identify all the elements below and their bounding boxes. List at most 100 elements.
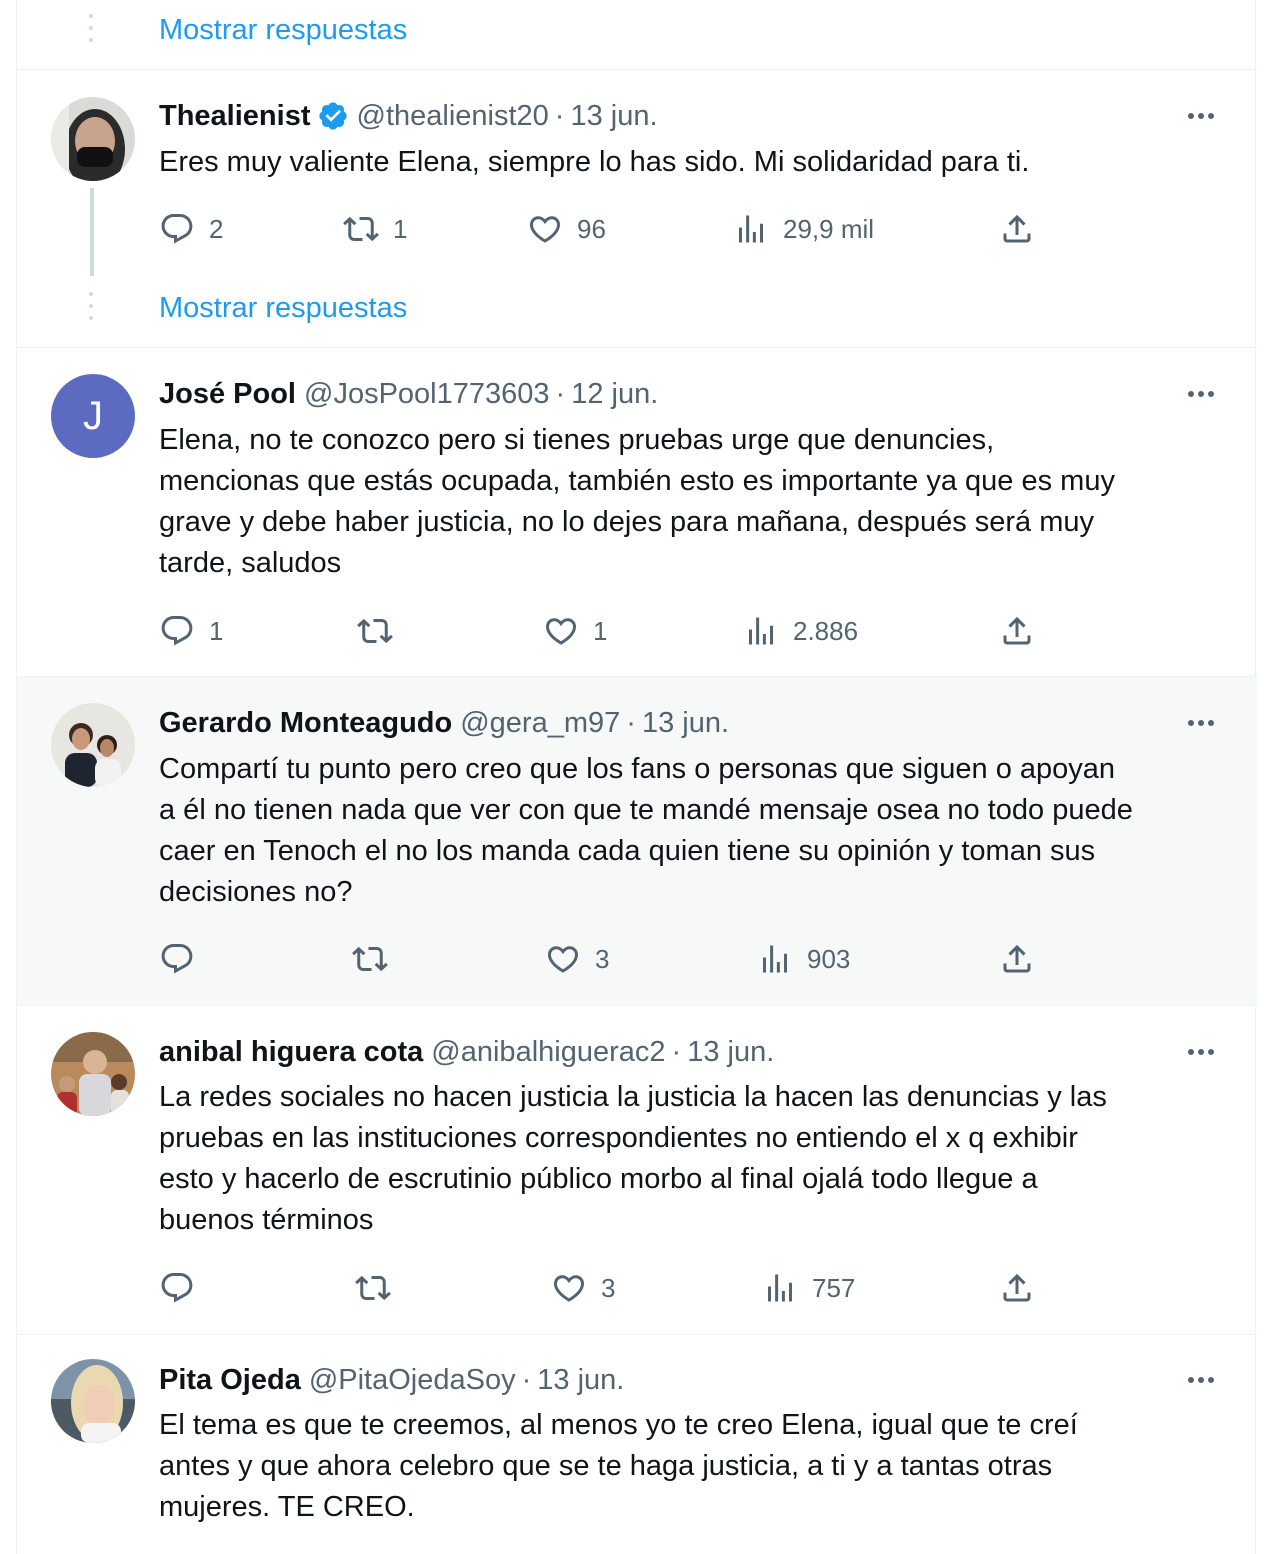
more-icon[interactable] [1183, 98, 1219, 134]
author-handle[interactable]: @PitaOjedaSoy [309, 1364, 516, 1397]
avatar[interactable] [51, 97, 135, 181]
more-icon[interactable] [1183, 376, 1219, 412]
tweet-header: Thealienist @thealienist20 · 13 jun. [159, 98, 1217, 134]
more-icon[interactable] [1183, 1362, 1219, 1398]
thread-line [90, 188, 94, 276]
author-name[interactable]: anibal higuera cota [159, 1036, 423, 1069]
like-button[interactable]: 96 [527, 209, 606, 249]
views-count: 757 [812, 1272, 856, 1303]
tweet-text-line: mencionas que estás ocupada, también est… [159, 465, 1115, 497]
views-button[interactable]: 903 [757, 939, 850, 979]
views-icon [733, 211, 769, 247]
like-button[interactable]: 3 [551, 1268, 615, 1308]
reply-icon [159, 613, 195, 649]
author-name[interactable]: Thealienist [159, 100, 311, 133]
tweet-text-line: La redes sociales no hacen justicia la j… [159, 1081, 1107, 1113]
like-button[interactable]: 3 [545, 939, 609, 979]
retweet-icon [343, 211, 379, 247]
tweet-date[interactable]: 13 jun. [687, 1036, 774, 1069]
views-count: 903 [807, 943, 851, 974]
retweet-icon [352, 941, 388, 977]
tweet-text-line: tarde, saludos [159, 547, 342, 579]
views-button[interactable]: 2.886 [743, 611, 858, 651]
like-count: 1 [593, 615, 608, 646]
tweet-text-line: caer en Tenoch el no los manda cada quie… [159, 835, 1096, 867]
tweet-header: anibal higuera cota @anibalhiguerac2 · 1… [159, 1034, 1217, 1070]
reply-button[interactable]: 1 [159, 611, 223, 651]
avatar[interactable] [51, 1032, 135, 1116]
author-handle[interactable]: @thealienist20 [357, 100, 549, 133]
views-count: 2.886 [793, 615, 859, 646]
author-name[interactable]: Pita Ojeda [159, 1364, 301, 1397]
show-replies-link[interactable]: Mostrar respuestas [159, 292, 407, 325]
views-icon [757, 941, 793, 977]
tweet-actions: 2 1 96 29,9 mil [159, 209, 1239, 249]
separator: · [555, 377, 566, 410]
share-button[interactable] [999, 1268, 1035, 1308]
views-count: 29,9 mil [783, 213, 875, 244]
more-icon[interactable] [1183, 1034, 1219, 1070]
avatar[interactable] [51, 1359, 135, 1443]
author-name[interactable]: Gerardo Monteagudo [159, 707, 452, 740]
tweet[interactable]: Gerardo Monteagudo @gera_m97 · 13 jun. C… [17, 676, 1257, 1005]
like-icon [527, 211, 563, 247]
show-replies-link[interactable]: Mostrar respuestas [159, 14, 407, 47]
tweet-actions: 3 757 [159, 1268, 1239, 1308]
reply-button[interactable] [159, 1268, 209, 1308]
retweet-button[interactable]: 1 [343, 209, 407, 249]
tweet-text: Elena, no te conozco pero si tienes prue… [159, 420, 1229, 584]
author-name[interactable]: José Pool [159, 378, 296, 411]
tweet-date[interactable]: 13 jun. [642, 707, 729, 740]
avatar-letter: J [51, 374, 135, 458]
tweet-actions: 3 903 [159, 939, 1239, 979]
thread-dots [89, 292, 93, 328]
tweet-text-line: Elena, no te conozco pero si tienes prue… [159, 424, 995, 456]
like-button[interactable]: 1 [543, 611, 607, 651]
tweet-date[interactable]: 13 jun. [570, 100, 657, 133]
tweet-header: Gerardo Monteagudo @gera_m97 · 13 jun. [159, 705, 1217, 741]
author-handle[interactable]: @JosPool1773603 [304, 378, 550, 411]
tweet[interactable]: Thealienist @thealienist20 · 13 jun. Ere… [17, 69, 1257, 347]
views-button[interactable]: 757 [762, 1268, 855, 1308]
more-icon[interactable] [1183, 705, 1219, 741]
share-button[interactable] [999, 939, 1035, 979]
avatar[interactable]: J [51, 374, 135, 458]
verified-badge-icon [317, 100, 349, 132]
tweet[interactable]: anibal higuera cota @anibalhiguerac2 · 1… [17, 1005, 1257, 1334]
tweet[interactable]: Pita Ojeda @PitaOjedaSoy · 13 jun. El te… [17, 1334, 1257, 1554]
share-button[interactable] [999, 209, 1035, 249]
share-icon [999, 1270, 1035, 1306]
show-replies-row[interactable]: Mostrar respuestas [17, 0, 1257, 70]
tweet-text-line: Compartí tu punto pero creo que los fans… [159, 753, 1116, 785]
tweet-date[interactable]: 13 jun. [537, 1364, 624, 1397]
like-count: 3 [595, 943, 610, 974]
like-count: 3 [601, 1272, 616, 1303]
tweet-text-line: grave y debe haber justicia, no lo dejes… [159, 506, 1095, 538]
like-icon [551, 1270, 587, 1306]
show-replies-row[interactable]: Mostrar respuestas [17, 278, 1257, 348]
retweet-count: 1 [393, 213, 408, 244]
tweet-text-line: El tema es que te creemos, al menos yo t… [159, 1409, 1078, 1441]
share-button[interactable] [999, 611, 1035, 651]
separator: · [626, 706, 636, 739]
views-button[interactable]: 29,9 mil [733, 209, 874, 249]
reply-button[interactable] [159, 939, 209, 979]
retweet-button[interactable] [352, 939, 402, 979]
retweet-icon [357, 613, 393, 649]
retweet-button[interactable] [355, 1268, 405, 1308]
tweet-text-line: mujeres. TE CREO. [159, 1491, 415, 1523]
replies-column: Mostrar respuestas Thealienist @thealien… [16, 0, 1257, 1554]
separator: · [554, 99, 565, 132]
author-handle[interactable]: @gera_m97 [460, 707, 620, 740]
tweet-date[interactable]: 12 jun. [571, 378, 658, 411]
tweet[interactable]: J José Pool @JosPool1773603 · 12 jun. El… [17, 347, 1257, 676]
like-icon [545, 941, 581, 977]
retweet-button[interactable] [357, 611, 407, 651]
tweet-text: Eres muy valiente Elena, siempre lo has … [159, 146, 1030, 178]
views-icon [743, 613, 779, 649]
avatar[interactable] [51, 703, 135, 787]
author-handle[interactable]: @anibalhiguerac2 [431, 1036, 665, 1069]
reply-icon [159, 1270, 195, 1306]
share-icon [999, 211, 1035, 247]
reply-button[interactable]: 2 [159, 209, 223, 249]
